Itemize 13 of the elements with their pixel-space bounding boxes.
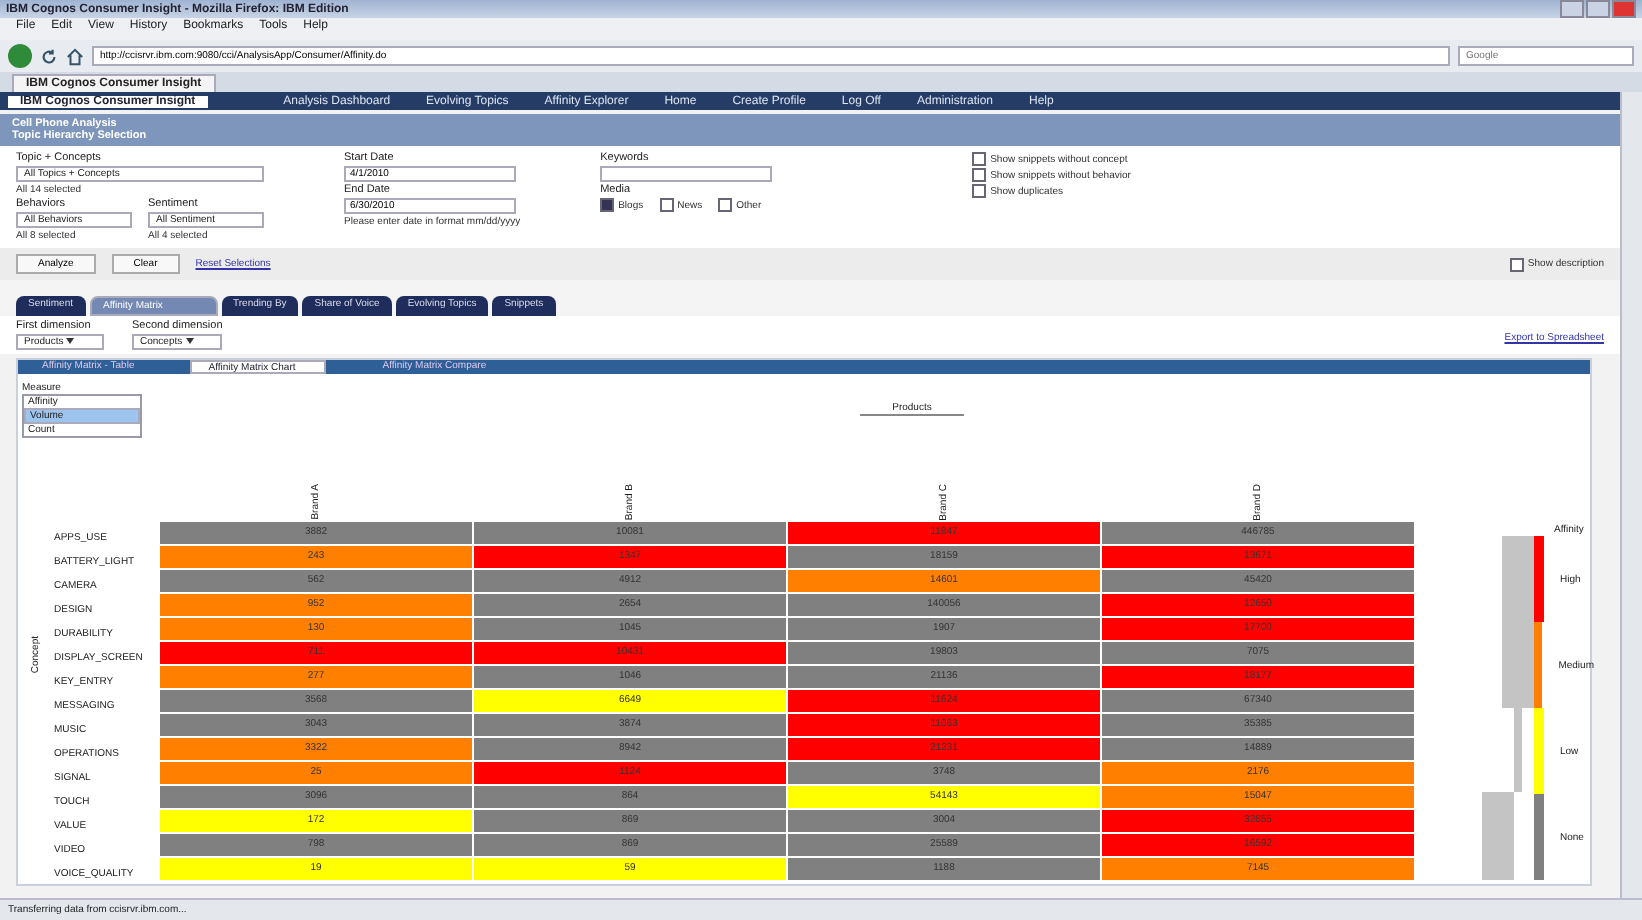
checkbox[interactable] (659, 198, 674, 212)
caret-icon (185, 338, 194, 345)
home-icon[interactable] (66, 47, 84, 65)
reload-icon[interactable] (40, 47, 58, 65)
checkbox[interactable] (972, 184, 987, 198)
keywords-field[interactable] (600, 166, 773, 182)
scrollbar[interactable] (1620, 92, 1642, 898)
checkbox[interactable] (972, 152, 987, 166)
checkbox[interactable] (972, 168, 987, 182)
checkbox[interactable] (600, 198, 615, 212)
caret-icon (66, 338, 75, 345)
checkbox[interactable] (718, 198, 733, 212)
checkbox[interactable] (1509, 257, 1524, 271)
